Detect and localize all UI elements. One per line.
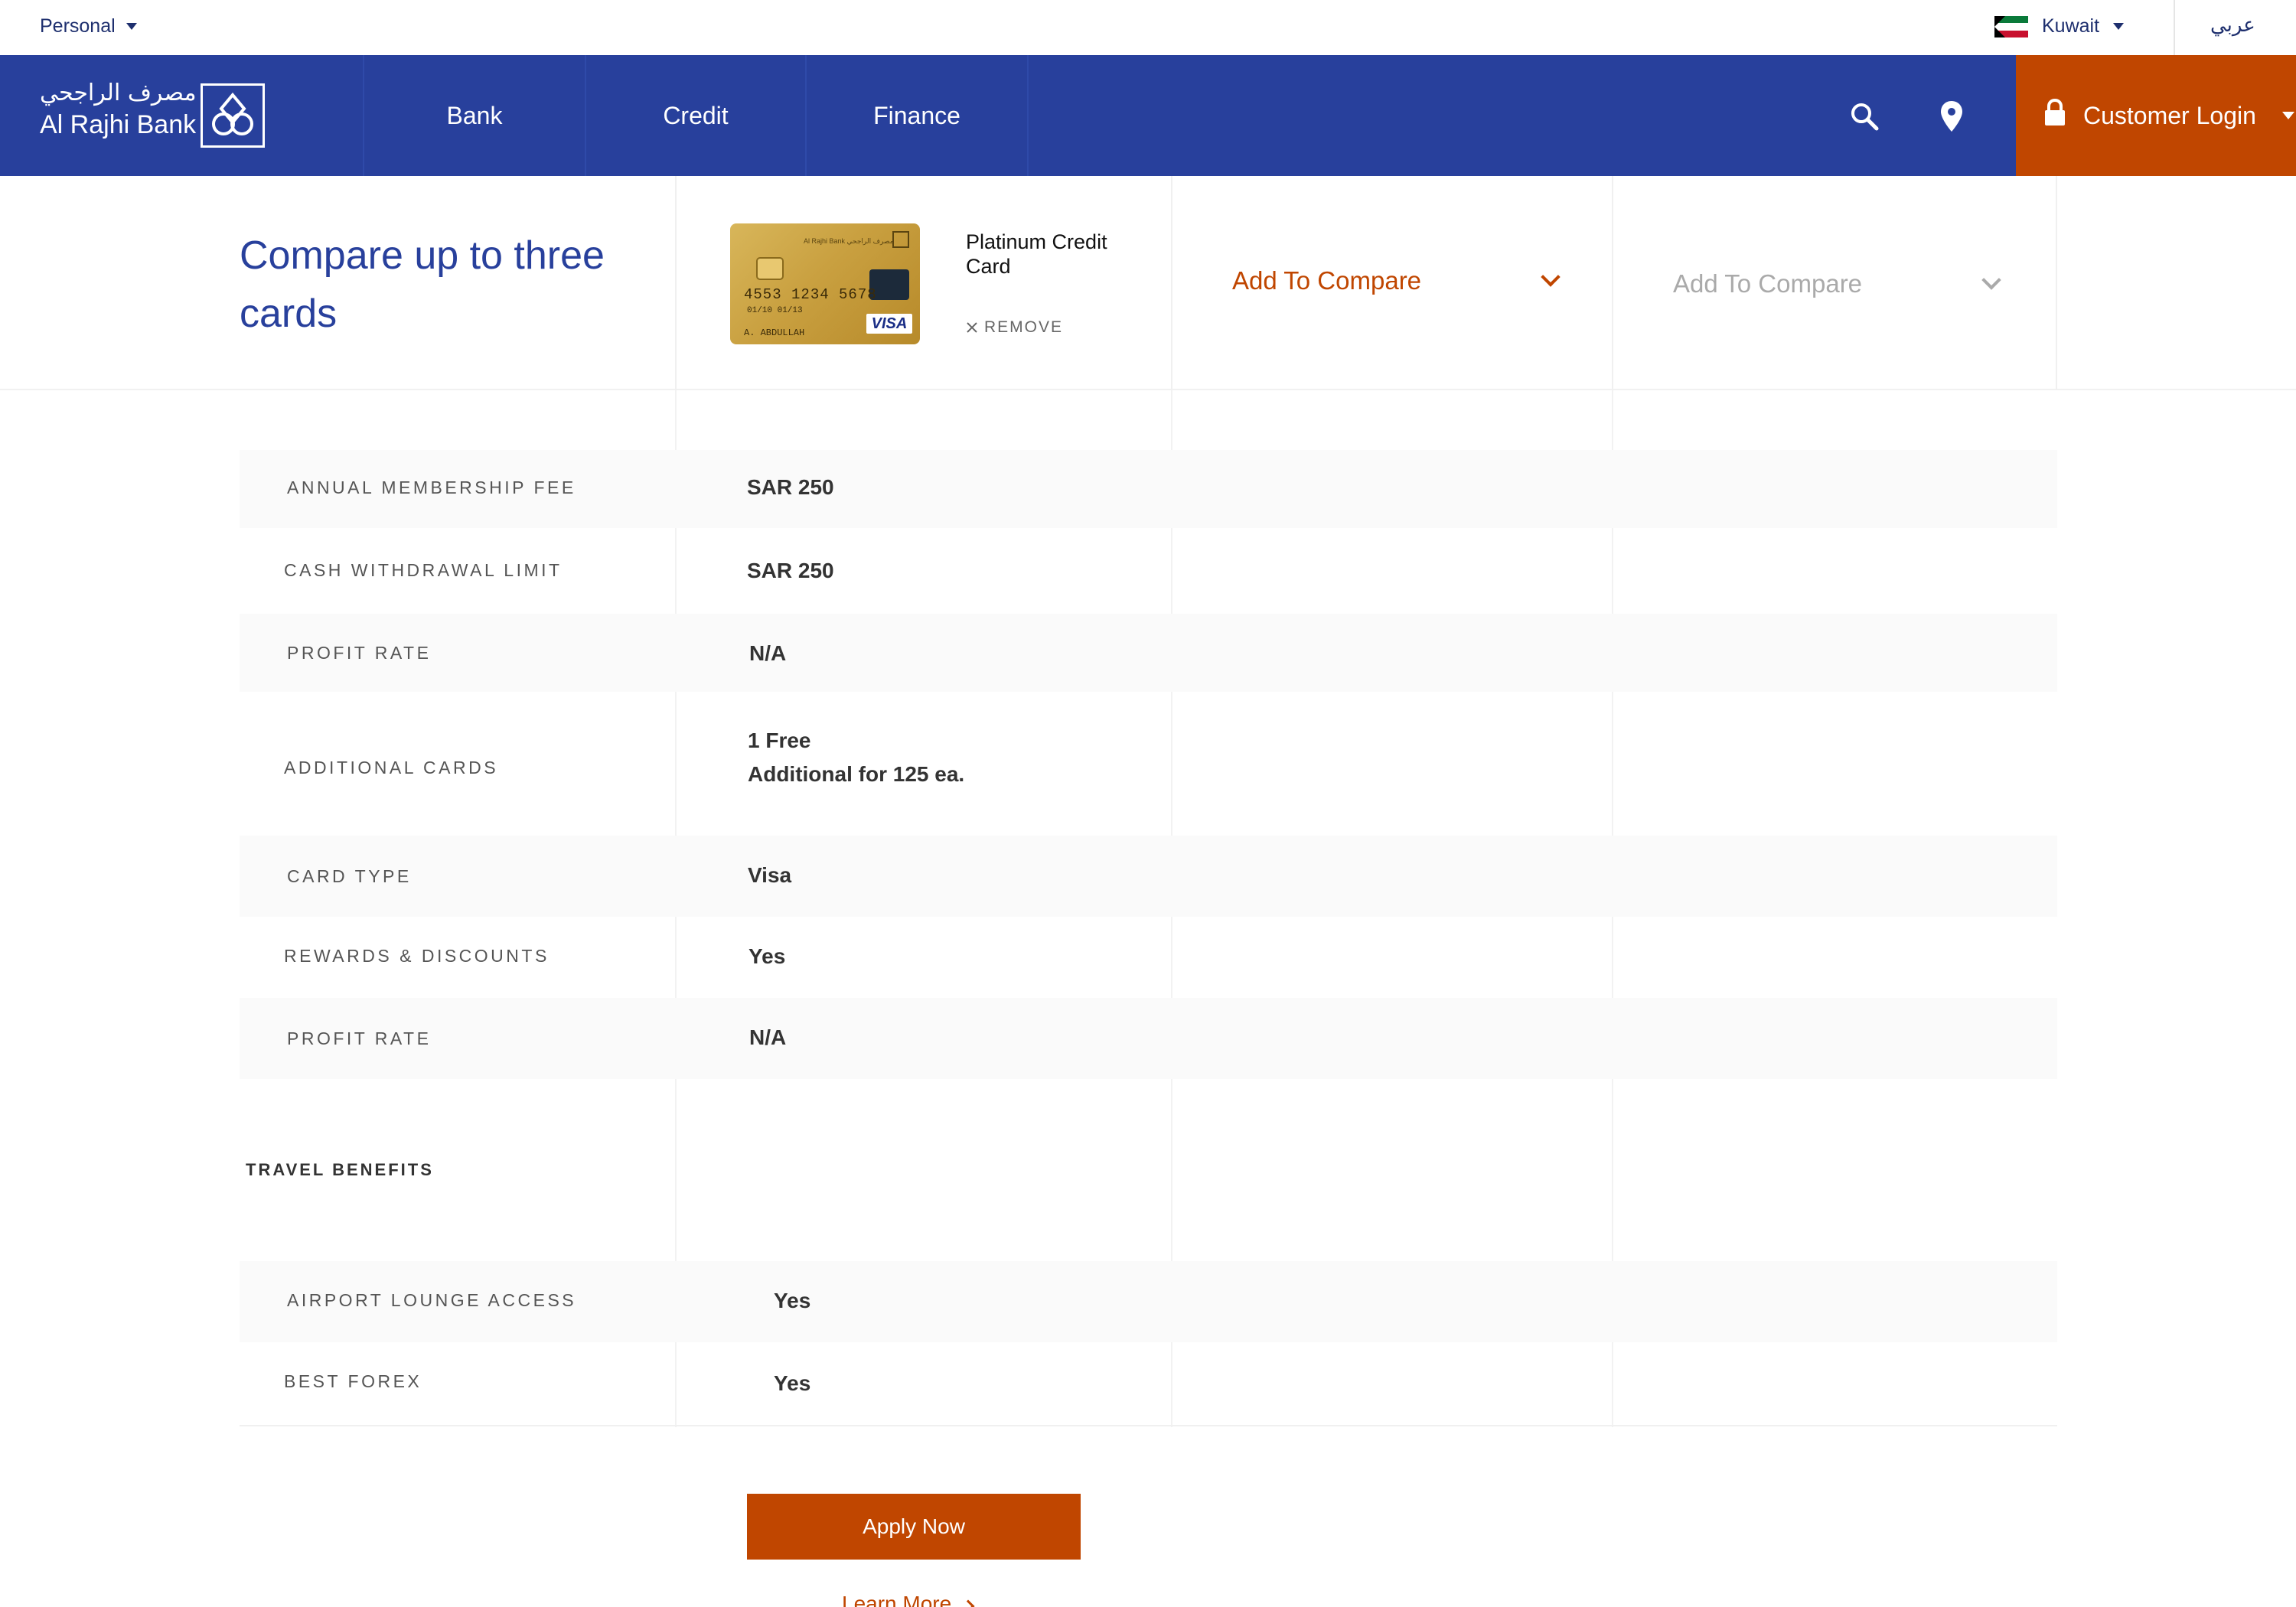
table-row: CASH WITHDRAWAL LIMIT SAR 250 (240, 528, 2057, 614)
utility-bar: Personal Kuwait عربي (0, 0, 2296, 55)
table-row: PROFIT RATE N/A (240, 614, 2057, 692)
caret-down-icon (2281, 112, 2294, 119)
main-nav: مصرف الراجحي Al Rajhi Bank Bank Credit F… (0, 55, 2296, 176)
bank-logo[interactable]: مصرف الراجحي Al Rajhi Bank (40, 80, 265, 148)
column-divider (1612, 176, 1613, 390)
page-title: Compare up to three cards (240, 233, 605, 336)
table-row: BEST FOREX Yes (240, 1342, 2057, 1426)
close-icon (967, 322, 977, 333)
learn-more-link[interactable]: Learn More (842, 1592, 975, 1607)
add-to-compare-slot-3[interactable]: Add To Compare (1673, 269, 2001, 298)
learn-more-label: Learn More (842, 1592, 952, 1607)
search-icon[interactable] (1846, 98, 1883, 135)
chevron-down-icon (1981, 270, 2001, 290)
divider (2174, 0, 2175, 55)
column-divider (1171, 176, 1172, 390)
logo-arabic-text: مصرف الراجحي (40, 80, 197, 106)
country-label: Kuwait (2042, 15, 2100, 37)
location-pin-icon[interactable] (1933, 98, 1970, 135)
remove-card-button[interactable]: REMOVE (966, 318, 1063, 337)
row-label: PROFIT RATE (287, 1028, 432, 1048)
chevron-right-icon (961, 1599, 975, 1607)
customer-login-button[interactable]: Customer Login (2016, 55, 2296, 176)
add-to-compare-slot-2[interactable]: Add To Compare (1232, 266, 1561, 295)
kuwait-flag-icon (1994, 15, 2028, 37)
country-selector[interactable]: Kuwait (1994, 15, 2125, 37)
table-row: ANNUAL MEMBERSHIP FEE SAR 250 (240, 450, 2057, 528)
row-value: Yes (748, 944, 786, 968)
column-divider (2056, 176, 2057, 390)
platinum-card-image: Al Rajhi Bank مصرف الراجحي 4553 1234 567… (730, 223, 920, 344)
row-label: BEST FOREX (284, 1371, 422, 1391)
row-label: AIRPORT LOUNGE ACCESS (287, 1290, 577, 1310)
nav-item-finance[interactable]: Finance (807, 55, 1027, 176)
caret-down-icon (2113, 23, 2125, 30)
caret-down-icon (126, 23, 137, 30)
logo-english-text: Al Rajhi Bank (40, 110, 197, 139)
card-holder: A. ABDULLAH (744, 328, 805, 338)
card-logo-icon (892, 231, 909, 248)
row-value: N/A (749, 641, 787, 665)
language-switch[interactable]: عربي (2210, 14, 2255, 37)
card-bank-text: Al Rajhi Bank مصرف الراجحي (804, 237, 894, 245)
nav-item-bank[interactable]: Bank (364, 55, 585, 176)
row-value: Yes (774, 1289, 811, 1312)
row-value: Visa (748, 863, 792, 887)
nav-separator (1027, 55, 1029, 176)
table-row: CARD TYPE Visa (240, 836, 2057, 917)
row-value-line-2: Additional for 125 ea. (748, 762, 965, 786)
customer-login-label: Customer Login (2083, 101, 2256, 129)
row-label: CARD TYPE (287, 866, 412, 886)
row-value: Yes (774, 1371, 811, 1395)
add-to-compare-label: Add To Compare (1673, 269, 1863, 298)
column-divider (675, 176, 677, 390)
table-row: PROFIT RATE N/A (240, 998, 2057, 1079)
row-value: SAR 250 (747, 475, 834, 499)
segment-selector[interactable]: Personal (40, 15, 137, 37)
logo-mark-icon (201, 83, 265, 148)
row-value-line-1: 1 Free (748, 729, 811, 752)
row-value: N/A (749, 1025, 787, 1049)
chevron-down-icon (1541, 267, 1561, 287)
visa-logo: VISA (866, 314, 912, 334)
add-to-compare-label: Add To Compare (1232, 266, 1422, 295)
card-number: 4553 1234 5678 (744, 286, 877, 303)
card-expiry: 01/10 01/13 (747, 306, 803, 315)
row-label: PROFIT RATE (287, 643, 432, 663)
table-row: ADDITIONAL CARDS 1 Free Additional for 1… (240, 692, 2057, 836)
compare-header: Compare up to three cards Al Rajhi Bank … (0, 176, 2296, 390)
row-label: ANNUAL MEMBERSHIP FEE (287, 478, 576, 497)
card-chip-icon (756, 257, 784, 280)
row-label: ADDITIONAL CARDS (284, 758, 499, 777)
section-title: TRAVEL BENEFITS (246, 1160, 434, 1179)
table-row: REWARDS & DISCOUNTS Yes (240, 917, 2057, 998)
card-name: Platinum Credit Card (966, 230, 1107, 278)
row-value: SAR 250 (747, 559, 834, 582)
lock-icon (2043, 98, 2066, 133)
nav-item-credit[interactable]: Credit (586, 55, 805, 176)
table-row: AIRPORT LOUNGE ACCESS Yes (240, 1261, 2057, 1342)
apply-now-button[interactable]: Apply Now (747, 1494, 1081, 1560)
row-label: REWARDS & DISCOUNTS (284, 946, 550, 966)
row-label: CASH WITHDRAWAL LIMIT (284, 560, 563, 580)
remove-label: REMOVE (984, 318, 1064, 336)
segment-label: Personal (40, 15, 116, 37)
